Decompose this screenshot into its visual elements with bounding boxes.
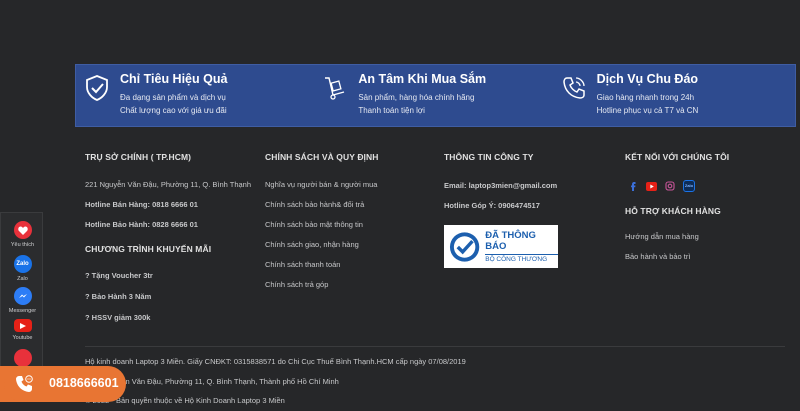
policy-link[interactable]: Chính sách giao, nhận hàng	[265, 240, 359, 249]
feature-line: Thanh toán tiện lợi	[358, 105, 425, 115]
feature-title: Dịch Vụ Chu Đáo	[596, 72, 699, 86]
badge-line1: ĐÃ THÔNG BÁO	[485, 230, 536, 252]
feature-service: Dịch Vụ Chu Đáo Giao hàng nhanh trong 24…	[557, 65, 795, 126]
messenger-icon	[13, 287, 32, 305]
policy-title: CHÍNH SÁCH VÀ QUY ĐỊNH	[265, 152, 379, 162]
features-banner: Chỉ Tiêu Hiệu Quả Đa dạng sản phẩm và dị…	[75, 64, 796, 127]
sidebar-item-youtube[interactable]: Youtube	[1, 319, 44, 341]
sidebar-item-label: Yêu thích	[10, 242, 35, 248]
policy-link[interactable]: Nghĩa vụ người bán & người mua	[265, 180, 377, 189]
sidebar-item-label: Youtube	[12, 335, 33, 341]
phone-icon	[13, 349, 32, 367]
sidebar-item-favorite[interactable]: Yêu thích	[1, 221, 44, 248]
hand-truck-icon	[325, 77, 345, 100]
business-license: Hộ kinh doanh Laptop 3 Miền. Giấy CNĐKT:…	[85, 357, 466, 366]
promo-item[interactable]: ? HSSV giảm 300k	[85, 313, 150, 322]
zalo-icon: Zalo	[13, 255, 32, 273]
sidebar-item-label: Zalo	[17, 276, 28, 282]
hq-address: 221 Nguyễn Văn Đậu, Phường 11, Q. Bình T…	[85, 180, 252, 189]
feature-line: Sản phẩm, hàng hóa chính hãng	[358, 93, 475, 102]
hotline-sale[interactable]: Hotline Bán Hàng: 0818 6666 01	[85, 200, 198, 209]
sidebar-item-label: Messenger	[8, 308, 37, 314]
feature-safe-shopping: An Tâm Khi Mua Sắm Sản phẩm, hàng hóa ch…	[318, 65, 556, 126]
feature-line: Đa dạng sản phẩm và dịch vụ	[120, 93, 226, 102]
promo-item[interactable]: ? Tặng Voucher 3tr	[85, 271, 153, 280]
policy-link[interactable]: Chính sách trả góp	[265, 280, 328, 289]
heart-icon	[13, 221, 32, 239]
policy-column: CHÍNH SÁCH VÀ QUY ĐỊNH Nghĩa vụ người bá…	[265, 152, 440, 289]
support-title: HỖ TRỢ KHÁCH HÀNG	[625, 206, 721, 216]
policy-link[interactable]: Chính sách bảo hành& đổi trả	[265, 200, 364, 209]
connect-column: KẾT NỐI VỚI CHÚNG TÔI HỖ TRỢ KHÁCH HÀNG …	[625, 152, 800, 261]
feature-title: An Tâm Khi Mua Sắm	[358, 72, 487, 86]
zalo-icon[interactable]: Zalo	[683, 180, 695, 192]
hotline-number: 0818666601	[49, 376, 119, 390]
feature-line: Giao hàng nhanh trong 24h	[596, 93, 695, 102]
policy-link[interactable]: Chính sách thanh toán	[265, 260, 340, 269]
feature-line: Chất lượng cao với giá ưu đãi	[120, 105, 227, 115]
connect-title: KẾT NỐI VỚI CHÚNG TÔI	[625, 152, 730, 162]
support-link[interactable]: Bảo hành và bảo trì	[625, 252, 690, 261]
sidebar-item-messenger[interactable]: Messenger	[1, 287, 44, 314]
footer-divider	[85, 346, 785, 347]
social-links: Zalo	[628, 180, 695, 192]
hq-title: TRỤ SỞ CHÍNH ( TP.HCM)	[85, 152, 192, 162]
promo-title: CHƯƠNG TRÌNH KHUYẾN MÃI	[85, 244, 212, 254]
company-email[interactable]: Email: laptop3mien@gmail.com	[444, 181, 557, 190]
feature-efficiency: Chỉ Tiêu Hiệu Quả Đa dạng sản phẩm và dị…	[76, 65, 318, 126]
shield-check-icon	[86, 75, 108, 101]
policy-link[interactable]: Chính sách bảo mật thông tin	[265, 220, 363, 229]
sidebar-item-zalo[interactable]: Zalo Zalo	[1, 255, 44, 282]
company-feedback-hotline[interactable]: Hotline Góp Ý: 0906474517	[444, 201, 540, 210]
phone-icon	[4, 366, 44, 402]
promo-item[interactable]: ? Bảo Hành 3 Năm	[85, 292, 151, 301]
floating-contact-sidebar: Yêu thích Zalo Zalo Messenger Youtube	[0, 212, 43, 392]
company-column: THÔNG TIN CÔNG TY Email: laptop3mien@gma…	[444, 152, 619, 210]
check-seal-icon	[449, 231, 480, 262]
instagram-icon[interactable]	[665, 181, 675, 191]
company-title: THÔNG TIN CÔNG TY	[444, 152, 534, 162]
youtube-icon[interactable]	[646, 181, 657, 191]
support-link[interactable]: Hướng dẫn mua hàng	[625, 232, 699, 241]
badge-line2: BỘ CÔNG THƯƠNG	[485, 254, 558, 263]
feature-title: Chỉ Tiêu Hiệu Quả	[120, 72, 228, 86]
sidebar-item-call[interactable]	[1, 349, 44, 367]
youtube-icon	[13, 319, 32, 332]
hotline-warranty[interactable]: Hotline Bảo Hành: 0828 6666 01	[85, 220, 198, 229]
hotline-float-button[interactable]: 0818666601	[0, 366, 126, 402]
ministry-registered-badge[interactable]: ĐÃ THÔNG BÁO BỘ CÔNG THƯƠNG	[444, 225, 558, 268]
phone-ring-icon	[562, 77, 585, 99]
facebook-icon[interactable]	[628, 181, 638, 191]
feature-line: Hotline phục vụ cả T7 và CN	[596, 105, 699, 115]
hq-column: TRỤ SỞ CHÍNH ( TP.HCM) 221 Nguyễn Văn Đậ…	[85, 152, 260, 322]
